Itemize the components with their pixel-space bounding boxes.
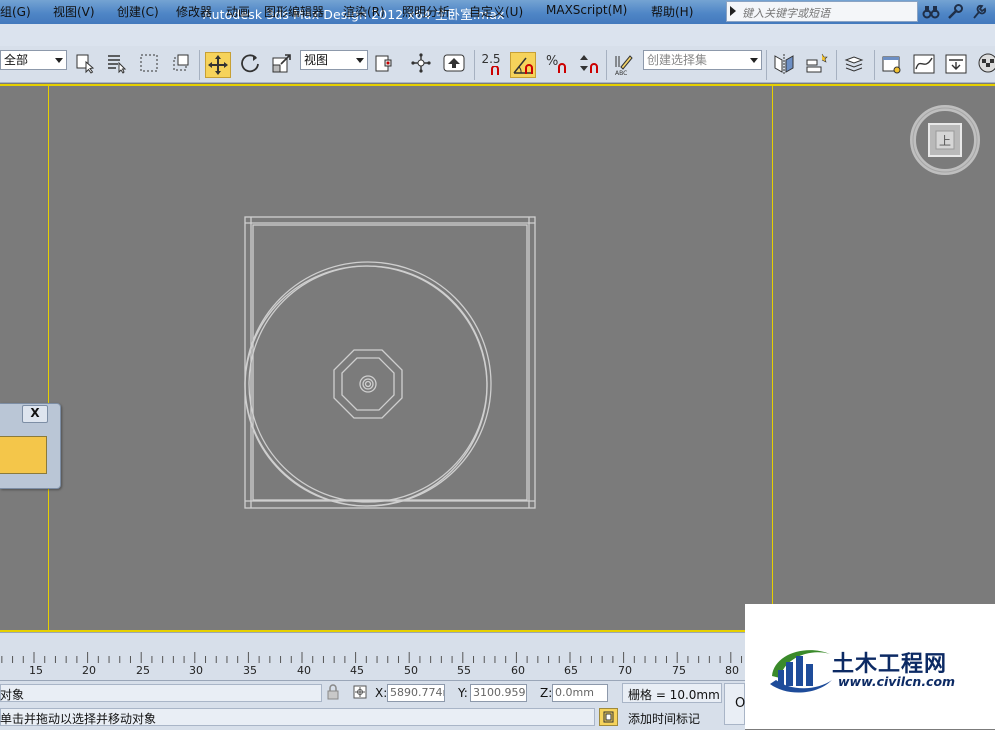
y-coordinate-input[interactable]: 3100.959mm	[470, 684, 527, 702]
menu-group[interactable]: 组(G)	[0, 3, 31, 20]
named-selection-placeholder: 创建选择集	[647, 53, 708, 67]
timeline-tick-label: 20	[82, 664, 96, 677]
timeline-ruler[interactable]	[0, 650, 745, 680]
reference-coordinate-dropdown[interactable]: 视图	[300, 50, 368, 70]
circle-wireframe	[244, 261, 492, 507]
timeline-tick-label: 30	[189, 664, 203, 677]
select-by-name-icon[interactable]	[104, 52, 130, 78]
close-button[interactable]: X	[22, 405, 48, 423]
scene-explorer-icon[interactable]	[879, 52, 905, 78]
z-label: Z:	[540, 686, 553, 700]
add-time-tag-label[interactable]: 添加时间标记	[628, 710, 700, 727]
timeline-tick-label: 15	[29, 664, 43, 677]
timeline-tick-label: 25	[136, 664, 150, 677]
box-wireframe	[244, 216, 536, 509]
add-time-tag-icon[interactable]	[599, 708, 618, 726]
toolbar-separator	[766, 50, 767, 80]
edit-named-selection-icon[interactable]: ABC	[611, 52, 637, 78]
x-label: X:	[375, 686, 388, 700]
toolbar-separator	[606, 50, 607, 80]
menu-graph-editors[interactable]: 图形编辑器	[264, 3, 324, 20]
select-and-move-icon[interactable]	[205, 52, 231, 78]
menu-create[interactable]: 创建(C)	[117, 3, 159, 20]
toolbar-separator	[836, 50, 837, 80]
toolbar-separator	[199, 50, 200, 80]
timeline-tick-label: 55	[457, 664, 471, 677]
align-icon[interactable]	[803, 52, 829, 78]
layer-manager-icon[interactable]	[841, 52, 867, 78]
timeline-tick-label: 35	[243, 664, 257, 677]
auto-key-label: O	[735, 696, 746, 711]
timeline-tick-label: 65	[564, 664, 578, 677]
rectangular-selection-icon[interactable]	[136, 52, 162, 78]
timeline-tick-label: 50	[404, 664, 418, 677]
toolbar-separator	[874, 50, 875, 80]
chevron-down-icon	[55, 58, 63, 63]
select-and-rotate-icon[interactable]	[237, 52, 263, 78]
selection-info-field	[0, 684, 322, 702]
keyboard-shortcut-override-icon[interactable]	[441, 52, 467, 78]
help-icon[interactable]	[970, 3, 988, 21]
timeline-tick-label: 80	[725, 664, 739, 677]
search-expand-icon[interactable]	[730, 6, 736, 16]
svg-text:ABC: ABC	[615, 70, 627, 76]
menu-modifiers[interactable]: 修改器	[176, 3, 212, 20]
chevron-down-icon	[356, 58, 364, 63]
y-label: Y:	[458, 686, 468, 700]
snap-toggle-icon[interactable]: 2.5	[478, 52, 504, 78]
material-editor-icon[interactable]	[975, 52, 995, 78]
watermark-url: www.civilcn.com	[838, 674, 956, 689]
select-object-icon[interactable]	[72, 52, 98, 78]
snap-value: 2.5	[481, 52, 501, 66]
auto-key-button[interactable]: O	[724, 683, 745, 725]
mirror-icon[interactable]	[771, 52, 797, 78]
timeline-tick-label: 40	[297, 664, 311, 677]
reference-coordinate-value: 视图	[304, 53, 329, 67]
chevron-down-icon	[750, 58, 758, 63]
angle-snap-icon[interactable]	[510, 52, 536, 78]
viewport-geometry	[244, 216, 536, 509]
viewcube-face-label: 上	[939, 134, 952, 148]
tools-icon[interactable]	[946, 3, 964, 21]
pivot-center-icon[interactable]	[372, 52, 398, 78]
timeline-tick-label: 75	[672, 664, 686, 677]
toolbar-separator	[474, 50, 475, 80]
octagon-wireframe	[333, 349, 403, 419]
color-swatch[interactable]	[0, 436, 47, 474]
grid-size: 栅格 = 10.0mm	[628, 688, 720, 702]
menu-customize[interactable]: 自定义(U)	[469, 3, 523, 20]
menu-rendering[interactable]: 渲染(R)	[343, 3, 385, 20]
absolute-offset-mode-icon[interactable]	[352, 684, 368, 700]
svg-text:%: %	[546, 54, 558, 69]
timeline-tick-label: 60	[511, 664, 525, 677]
schematic-view-icon[interactable]	[943, 52, 969, 78]
menu-maxscript[interactable]: MAXScript(M)	[546, 3, 627, 17]
menu-lighting-analysis[interactable]: 照明分析	[402, 3, 450, 20]
civilcn-logo-icon	[770, 650, 832, 693]
menu-help[interactable]: 帮助(H)	[651, 3, 693, 20]
window-crossing-icon[interactable]	[168, 52, 194, 78]
timeline-tick-label: 45	[350, 664, 364, 677]
manipulate-icon[interactable]	[408, 52, 434, 78]
binoculars-icon[interactable]	[922, 3, 940, 21]
curve-editor-icon[interactable]	[911, 52, 937, 78]
search-placeholder: 键入关键字或短语	[742, 7, 830, 20]
z-coordinate-input[interactable]: 0.0mm	[552, 684, 608, 702]
menu-animation[interactable]: 动画	[226, 3, 250, 20]
x-coordinate-input[interactable]: 5890.774mm	[387, 684, 445, 702]
menu-views[interactable]: 视图(V)	[53, 3, 95, 20]
selection-filter-value: 全部	[4, 53, 29, 67]
prompt-line: 单击并拖动以选择并移动对象	[0, 712, 157, 726]
named-selection-dropdown[interactable]: 创建选择集	[643, 50, 762, 70]
lock-icon[interactable]	[325, 684, 341, 700]
select-and-scale-icon[interactable]	[269, 52, 295, 78]
selection-info: 对象	[0, 688, 25, 702]
close-icon: X	[30, 406, 40, 420]
selection-filter-dropdown[interactable]: 全部	[0, 50, 67, 70]
menu-bar	[0, 24, 995, 47]
percent-snap-icon[interactable]: %	[543, 52, 569, 78]
timeline-tick-label: 70	[618, 664, 632, 677]
spinner-snap-icon[interactable]	[575, 52, 601, 78]
